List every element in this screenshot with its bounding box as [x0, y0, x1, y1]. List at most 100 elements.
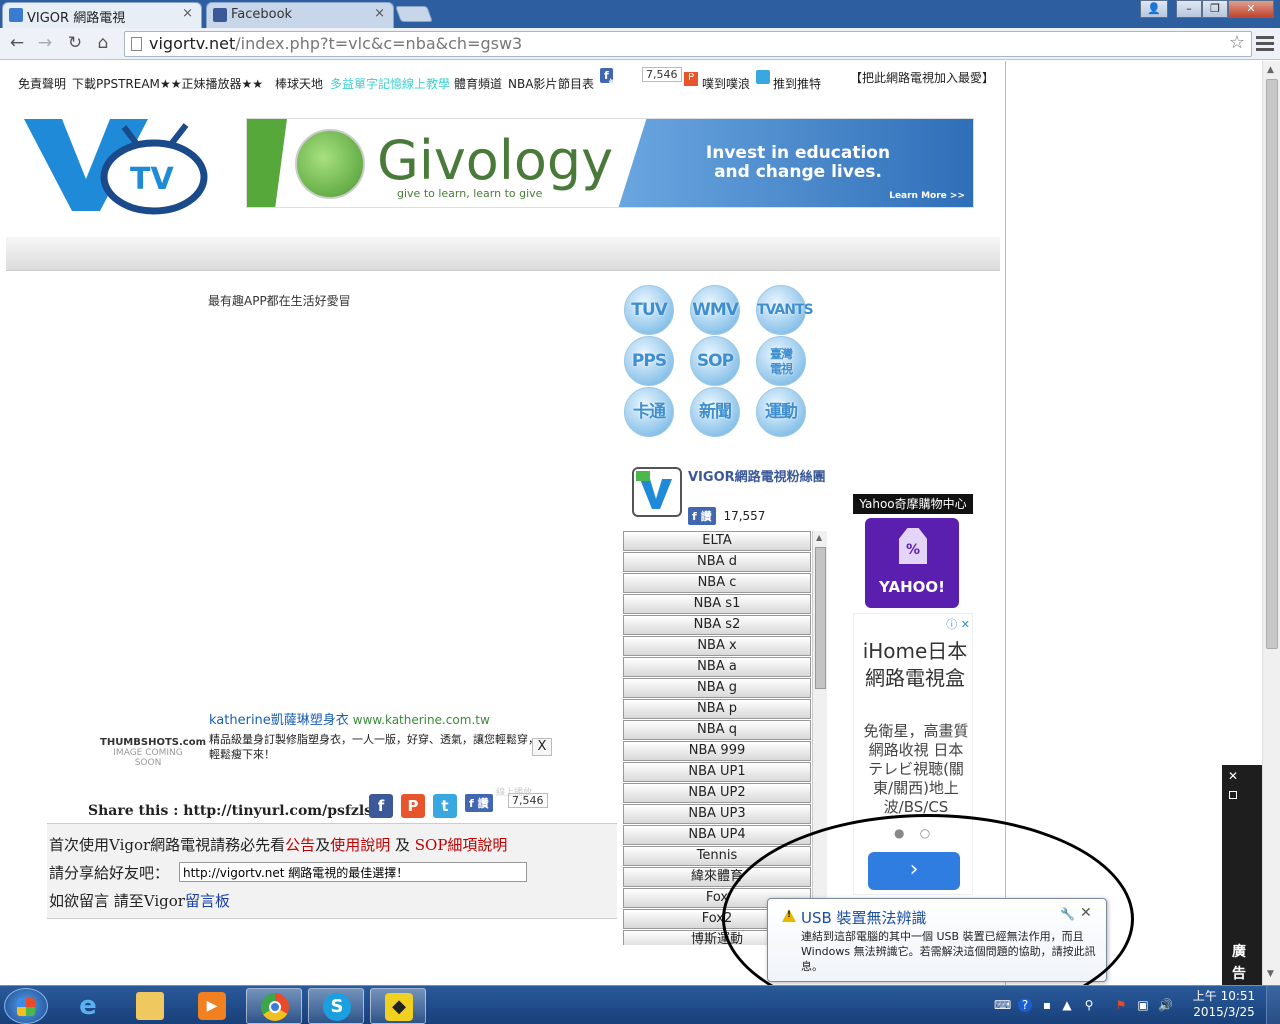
- side-widget-label[interactable]: 廣告: [1232, 941, 1250, 985]
- ad-close-button[interactable]: X: [532, 738, 552, 756]
- channel-item[interactable]: NBA UP1: [623, 762, 811, 782]
- tab-vigor[interactable]: VIGOR 網路電視 ×: [2, 2, 202, 28]
- media-player-icon[interactable]: ▶: [184, 988, 240, 1024]
- channel-item[interactable]: NBA p: [623, 699, 811, 719]
- channel-item[interactable]: ELTA: [623, 531, 811, 551]
- nav-nba-video[interactable]: NBA影片: [508, 75, 557, 92]
- channel-item[interactable]: NBA a: [623, 657, 811, 677]
- channel-button-sop[interactable]: SOP: [690, 336, 740, 386]
- page-scrollbar[interactable]: ▲ ▼: [1262, 61, 1280, 985]
- nav-toeic[interactable]: 多益單字記憶線上教學: [330, 75, 450, 92]
- action-center-flag-icon[interactable]: ⚑: [1114, 998, 1128, 1012]
- address-bar[interactable]: vigortv.net/index.php?t=vlc&c=nba&ch=gsw…: [124, 31, 1252, 57]
- forward-arrow-icon[interactable]: →: [34, 32, 56, 54]
- guestbook-link[interactable]: 留言板: [185, 892, 230, 910]
- twitter-share-link[interactable]: 推到推特: [773, 75, 821, 92]
- sop-detail-link[interactable]: SOP細項說明: [415, 836, 508, 854]
- channel-item[interactable]: NBA UP4: [623, 825, 811, 845]
- share-url-input[interactable]: [179, 862, 527, 882]
- fan-page-title[interactable]: VIGOR網路電視粉絲團: [688, 469, 828, 486]
- tab-facebook[interactable]: Facebook ×: [206, 2, 394, 28]
- scroll-up-arrow-icon[interactable]: ▲: [816, 533, 822, 542]
- twitter-icon[interactable]: [756, 70, 770, 84]
- channel-item[interactable]: NBA g: [623, 678, 811, 698]
- fan-like-button[interactable]: f 讚: [688, 507, 716, 525]
- channel-list-scrollbar[interactable]: ▲: [812, 531, 827, 945]
- ihome-ad[interactable]: ⓘ ✕ iHome日本網路電視盒 免衛星，高畫質網路收視 日本テレビ視聴(關東/…: [853, 613, 973, 895]
- nav-schedule[interactable]: 節目表: [558, 75, 594, 92]
- carousel-dots[interactable]: ● ○: [894, 826, 930, 840]
- usage-guide-link[interactable]: 使用說明: [330, 836, 390, 854]
- nav-baseball[interactable]: 棒球天地: [275, 75, 323, 92]
- nav-sports[interactable]: 體育頻道: [454, 75, 502, 92]
- minimize-button[interactable]: –: [1176, 0, 1202, 18]
- channel-button-taiwan-tv[interactable]: 臺灣電視: [756, 336, 806, 386]
- system-clock[interactable]: 上午 10:51 2015/3/25: [1188, 988, 1260, 1020]
- scroll-thumb[interactable]: [815, 547, 826, 689]
- channel-item[interactable]: NBA UP3: [623, 804, 811, 824]
- scroll-up-arrow-icon[interactable]: ▲: [1267, 65, 1274, 75]
- twitter-share-icon[interactable]: t: [433, 794, 457, 818]
- plurk-icon[interactable]: P: [684, 72, 698, 86]
- channel-item[interactable]: NBA d: [623, 552, 811, 572]
- channel-item[interactable]: NBA 999: [623, 741, 811, 761]
- ad-next-button[interactable]: ›: [868, 852, 960, 890]
- channel-button-tvants[interactable]: TVANTS: [756, 285, 814, 335]
- channel-item[interactable]: Tennis: [623, 846, 811, 866]
- givology-banner-ad[interactable]: Givology give to learn, learn to give In…: [246, 118, 974, 208]
- start-button[interactable]: [4, 988, 48, 1024]
- close-window-button[interactable]: ✕: [1228, 0, 1274, 18]
- scroll-down-arrow-icon[interactable]: ▼: [1267, 969, 1274, 979]
- channel-item[interactable]: NBA x: [623, 636, 811, 656]
- notification-close-icon[interactable]: ✕: [1080, 905, 1092, 921]
- volume-icon[interactable]: 🔊: [1158, 998, 1173, 1012]
- channel-button-tuv[interactable]: TUV: [624, 285, 674, 335]
- share-like-button[interactable]: f 讚: [465, 794, 493, 812]
- channel-item[interactable]: 緯來體育: [623, 867, 811, 887]
- show-hidden-icons[interactable]: ▲: [1060, 998, 1074, 1012]
- wrench-icon[interactable]: 🔧: [1060, 907, 1075, 921]
- vigor-fan-logo-icon[interactable]: [632, 467, 682, 517]
- usb-icon[interactable]: ⚲: [1082, 998, 1096, 1012]
- network-icon[interactable]: ▣: [1136, 998, 1150, 1012]
- channel-button-pps[interactable]: PPS: [624, 336, 674, 386]
- nav-player[interactable]: ★★正妹播放器★★: [160, 75, 263, 92]
- plurk-share-icon[interactable]: P: [401, 794, 425, 818]
- skype-icon[interactable]: S: [308, 988, 364, 1024]
- home-icon[interactable]: ⌂: [92, 32, 114, 54]
- vigortv-logo[interactable]: TV: [24, 117, 214, 217]
- help-icon[interactable]: ?: [1018, 998, 1032, 1012]
- nav-disclaimer[interactable]: 免責聲明: [18, 75, 66, 92]
- maximize-button[interactable]: ❐: [1202, 0, 1228, 18]
- tray-device-icon[interactable]: ▪: [1040, 998, 1054, 1012]
- announcement-link[interactable]: 公告: [285, 836, 315, 854]
- show-desktop-button[interactable]: [1266, 986, 1280, 1024]
- facebook-share-icon[interactable]: f: [369, 794, 393, 818]
- app-icon[interactable]: ◆: [370, 988, 426, 1024]
- keyboard-icon[interactable]: ⌨: [994, 998, 1011, 1012]
- banner-cta[interactable]: Learn More >>: [889, 191, 965, 201]
- star-icon[interactable]: ☆: [1229, 32, 1245, 53]
- channel-button-wmv[interactable]: WMV: [690, 285, 740, 335]
- channel-item[interactable]: NBA q: [623, 720, 811, 740]
- back-arrow-icon[interactable]: ←: [6, 32, 28, 54]
- user-icon[interactable]: 👤: [1140, 0, 1168, 18]
- tab-close-icon[interactable]: ×: [374, 6, 385, 21]
- internet-explorer-icon[interactable]: e: [60, 988, 116, 1024]
- add-favorite-link[interactable]: 【把此網路電視加入最愛】: [850, 69, 994, 86]
- file-explorer-icon[interactable]: [122, 988, 178, 1024]
- yahoo-shopping-ad[interactable]: Yahoo奇摩購物中心 % YAHOO!: [853, 494, 973, 612]
- plurk-share-link[interactable]: 噗到噗浪: [702, 75, 750, 92]
- nav-download-ppstream[interactable]: 下載PPSTREAM: [72, 75, 160, 92]
- katherine-text-ad[interactable]: katherine凱薩琳塑身衣 www.katherine.com.tw 精品級量…: [209, 709, 554, 762]
- ad-info-icon[interactable]: ⓘ ✕: [946, 616, 970, 632]
- channel-item[interactable]: NBA s2: [623, 615, 811, 635]
- fb-like-button[interactable]: f 讚: [600, 68, 620, 91]
- channel-item[interactable]: NBA UP2: [623, 783, 811, 803]
- channel-item[interactable]: NBA c: [623, 573, 811, 593]
- channel-button-news[interactable]: 新聞: [690, 387, 740, 437]
- side-widget-restore-icon[interactable]: [1229, 791, 1237, 799]
- side-widget-close-icon[interactable]: ✕: [1228, 769, 1238, 783]
- chrome-icon[interactable]: [246, 988, 302, 1024]
- channel-item[interactable]: NBA s1: [623, 594, 811, 614]
